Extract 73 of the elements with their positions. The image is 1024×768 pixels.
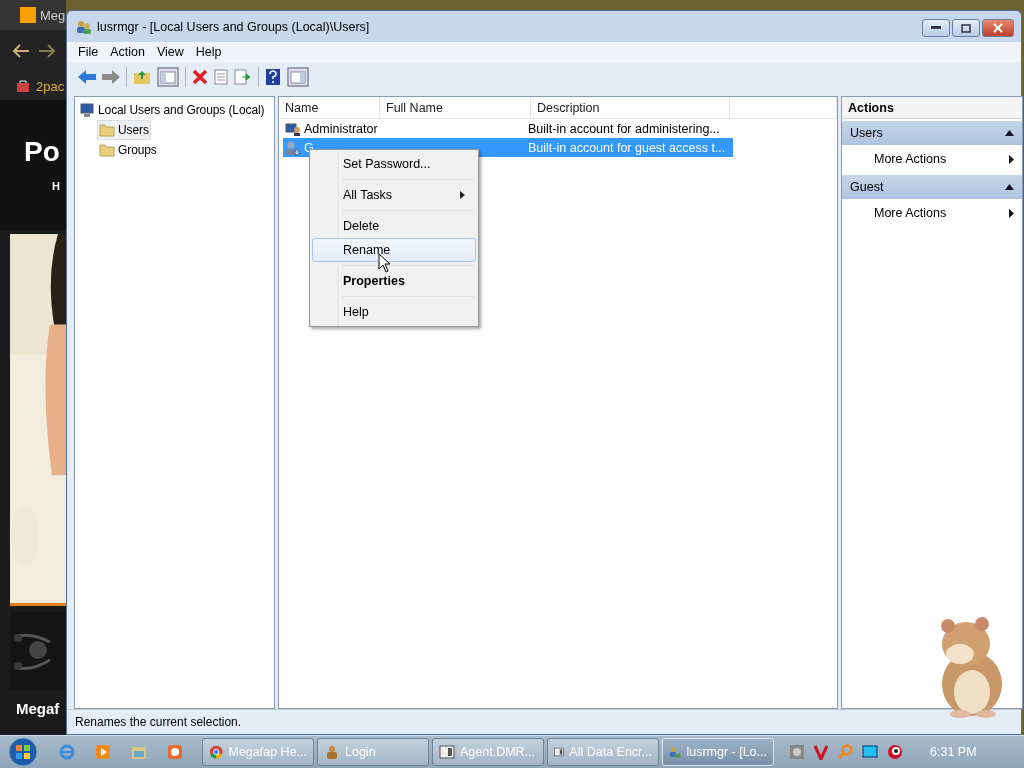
- back-icon[interactable]: [78, 70, 96, 84]
- person-icon: [324, 744, 340, 760]
- back-icon[interactable]: [12, 44, 30, 58]
- menu-item[interactable]: Help: [189, 45, 228, 59]
- bag-icon: [16, 79, 30, 93]
- menu-item[interactable]: View: [150, 45, 190, 59]
- menu-item[interactable]: Help: [312, 300, 476, 324]
- folder-up-icon[interactable]: [133, 69, 151, 85]
- submenu-arrow-icon: [460, 191, 465, 199]
- browser-icon: [209, 744, 224, 760]
- maximize-button[interactable]: [952, 19, 980, 37]
- computer-icon: [79, 102, 95, 118]
- user-name: Administrator: [304, 121, 378, 136]
- site-icon: [20, 7, 36, 23]
- speaker-icon[interactable]: [887, 744, 903, 760]
- browser-icon[interactable]: [59, 744, 75, 760]
- maximize-icon: [961, 23, 971, 33]
- pane-title: Actions: [842, 97, 1022, 119]
- delete-icon[interactable]: [192, 69, 208, 85]
- column-header[interactable]: Name: [279, 97, 380, 118]
- section-header[interactable]: Users: [842, 121, 1022, 145]
- properties-icon[interactable]: [214, 69, 228, 85]
- start-button[interactable]: [8, 737, 38, 767]
- folder-icon[interactable]: [131, 744, 147, 760]
- browser-tab[interactable]: Meg: [0, 0, 66, 30]
- export-icon[interactable]: [234, 69, 252, 85]
- window-icon: [554, 745, 565, 759]
- monitor-icon[interactable]: [862, 745, 878, 759]
- users-icon: [669, 744, 682, 760]
- tree-item[interactable]: Users: [97, 120, 151, 140]
- close-button[interactable]: [982, 19, 1014, 37]
- minimize-button[interactable]: [922, 19, 950, 37]
- action-pane-icon[interactable]: [287, 67, 309, 87]
- column-header[interactable]: Description: [531, 97, 730, 118]
- media-player-icon[interactable]: [95, 744, 111, 760]
- action-link[interactable]: More Actions: [842, 199, 1022, 227]
- column-header[interactable]: Full Name: [380, 97, 531, 118]
- mouse-cursor-icon: [378, 253, 391, 273]
- window-icon: [439, 745, 455, 759]
- status-bar: Renames the current selection.: [67, 709, 1021, 734]
- users-icon: [76, 18, 92, 35]
- tray-icon[interactable]: [814, 744, 828, 760]
- user-icon: [285, 120, 301, 137]
- menu-item[interactable]: Rename: [312, 238, 476, 262]
- menu-item[interactable]: File: [72, 45, 105, 59]
- menu-item[interactable]: Action: [104, 45, 151, 59]
- submenu-arrow-icon: [1009, 208, 1014, 218]
- menu-item[interactable]: All Tasks: [312, 183, 476, 207]
- action-link[interactable]: More Actions: [842, 145, 1022, 173]
- close-icon: [993, 23, 1003, 33]
- section-header[interactable]: Guest: [842, 175, 1022, 199]
- tree-item[interactable]: Groups: [97, 140, 159, 160]
- folder-icon: [99, 143, 115, 157]
- collapse-icon: [1005, 184, 1014, 190]
- tree-item[interactable]: Local Users and Groups (Local): [77, 100, 267, 120]
- user-disabled-icon: [285, 139, 301, 156]
- tray-icon[interactable]: [789, 744, 805, 760]
- minimize-icon: [931, 26, 941, 30]
- menu-item[interactable]: Delete: [312, 214, 476, 238]
- help-icon[interactable]: [265, 68, 281, 86]
- folder-icon: [99, 123, 115, 137]
- nav-link[interactable]: H: [24, 180, 66, 192]
- user-row[interactable]: Administrator Built-in account for administering...: [283, 119, 733, 138]
- submenu-arrow-icon: [1009, 154, 1014, 164]
- forward-icon[interactable]: [38, 44, 56, 58]
- forward-icon[interactable]: [102, 70, 120, 84]
- collapse-icon: [1005, 130, 1014, 136]
- site-heading: Po: [24, 138, 61, 166]
- window-title: lusrmgr - [Local Users and Groups (Local)\Users]: [97, 19, 371, 34]
- menu-item[interactable]: Properties: [312, 269, 476, 293]
- video-title[interactable]: Megaf: [0, 690, 66, 717]
- console-tree-icon[interactable]: [157, 67, 179, 87]
- user-description: Built-in account for administering...: [527, 121, 720, 136]
